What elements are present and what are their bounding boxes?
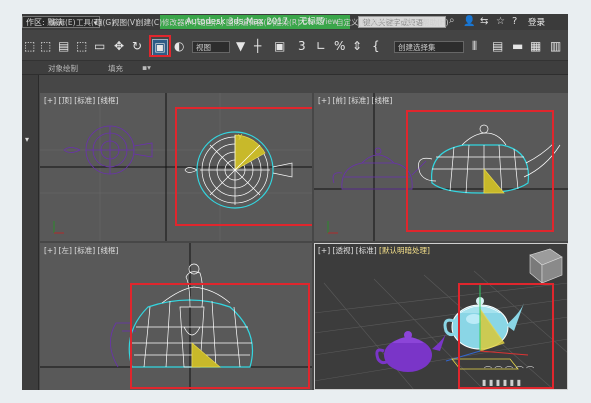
- select-icon[interactable]: ⬚: [24, 39, 35, 54]
- align-icon[interactable]: ▤: [492, 39, 503, 54]
- reference-coordinate-value: 视图: [196, 43, 211, 52]
- menu-edit[interactable]: 编辑(E): [50, 17, 76, 28]
- viewport-top[interactable]: [+] [顶] [标准] [线框] y: [40, 93, 312, 241]
- rotate-icon[interactable]: ↻: [132, 39, 142, 54]
- menu-help[interactable]: 帮助(H): [422, 17, 449, 28]
- highlight-box-toolbar: [149, 35, 171, 57]
- ribbon-options-icon[interactable]: ▪▾: [142, 63, 151, 72]
- login-button[interactable]: 登录: [528, 16, 545, 28]
- search-icon[interactable]: ⌕: [449, 15, 455, 26]
- menu-customize[interactable]: 自定义(U): [336, 17, 370, 28]
- curve-editor-icon[interactable]: ▥: [550, 39, 561, 54]
- viewport-front[interactable]: [+] [前] [标准] [线框]: [314, 93, 568, 241]
- pivot-icon[interactable]: ▼: [236, 39, 245, 54]
- percent-snap-icon[interactable]: %: [334, 39, 345, 54]
- help-icon[interactable]: ?: [512, 16, 517, 27]
- highlight-box-perspective-viewport: [458, 283, 554, 389]
- viewport-perspective[interactable]: [+] [透视] [标准] [默认明暗处理] ⌒ ⌒ ⌒ ⌒ ⌒ ▮ ▮ ▮ ▮…: [314, 243, 568, 390]
- 3dsmax-window: 作区: 默认 ▾ Autodesk 3ds Max 2017 无标题 键入关键字…: [22, 14, 568, 390]
- named-selection-value: 创建选择集: [398, 43, 436, 52]
- menu-views[interactable]: 视图(V): [112, 17, 138, 28]
- link-icon[interactable]: ┼: [254, 39, 261, 54]
- left-sidebar: ▾: [22, 75, 39, 390]
- purple-teapot[interactable]: [375, 331, 446, 372]
- star-icon[interactable]: ☆: [496, 16, 505, 27]
- highlight-box-top-viewport: [175, 107, 312, 226]
- menu-graph-editors[interactable]: 图形编辑器(D): [226, 17, 275, 28]
- highlight-box-front-viewport: [406, 110, 554, 232]
- spinner-snap-icon[interactable]: ⇕: [352, 39, 362, 54]
- exchange-icon[interactable]: ⇆: [480, 16, 488, 27]
- reference-coordinate-dropdown[interactable]: 视图: [192, 41, 230, 53]
- viewcube-icon[interactable]: [529, 248, 563, 284]
- viewport-left[interactable]: [+] [左] [标准] [线框]: [40, 243, 312, 390]
- menu-rendering[interactable]: 渲染(R): [274, 17, 300, 28]
- place-icon[interactable]: ◐: [174, 39, 184, 54]
- menu-modifiers[interactable]: 修改器(M): [162, 17, 197, 28]
- angle-snap-icon[interactable]: ∟: [316, 39, 326, 54]
- menu-create[interactable]: 创建(C): [136, 17, 162, 28]
- select-by-name-icon[interactable]: ▤: [58, 39, 69, 54]
- layer-manager-icon[interactable]: ▬: [512, 39, 523, 54]
- ribbon-bar: 对象绘制 填充 ▪▾: [22, 61, 568, 75]
- main-toolbar: 编辑(E) 工具(T) 组(G) 视图(V) 创建(C) 修改器(M) 动画(A…: [22, 17, 568, 61]
- keyboard-shortcut-icon[interactable]: ▣: [274, 39, 285, 54]
- menu-scripting[interactable]: 脚本(S): [370, 17, 396, 28]
- move-icon[interactable]: ✥: [114, 39, 124, 54]
- mirror-icon[interactable]: ⫴: [472, 39, 477, 54]
- snap-3d-icon[interactable]: 3: [298, 39, 306, 54]
- highlight-box-left-viewport: [130, 283, 310, 389]
- scene-explorer-icon[interactable]: ▦: [530, 39, 541, 54]
- expand-triangle-icon[interactable]: ▾: [25, 135, 29, 144]
- named-selection-dropdown[interactable]: 创建选择集: [394, 41, 464, 53]
- select-region-icon[interactable]: ⬚: [40, 39, 51, 54]
- ribbon-tab-object-paint[interactable]: 对象绘制: [48, 63, 78, 74]
- menu-content[interactable]: 内容: [400, 17, 415, 28]
- user-icon[interactable]: 👤: [463, 16, 475, 27]
- edit-named-selection-icon[interactable]: {: [372, 39, 380, 54]
- ribbon-tab-populate[interactable]: 填充: [108, 63, 123, 74]
- menu-animation[interactable]: 动画(A): [198, 17, 224, 28]
- rectangle-select-icon[interactable]: ▭: [94, 39, 105, 54]
- menu-civil-view[interactable]: Civil View: [302, 17, 338, 26]
- window-crossing-icon[interactable]: ⬚: [76, 39, 87, 54]
